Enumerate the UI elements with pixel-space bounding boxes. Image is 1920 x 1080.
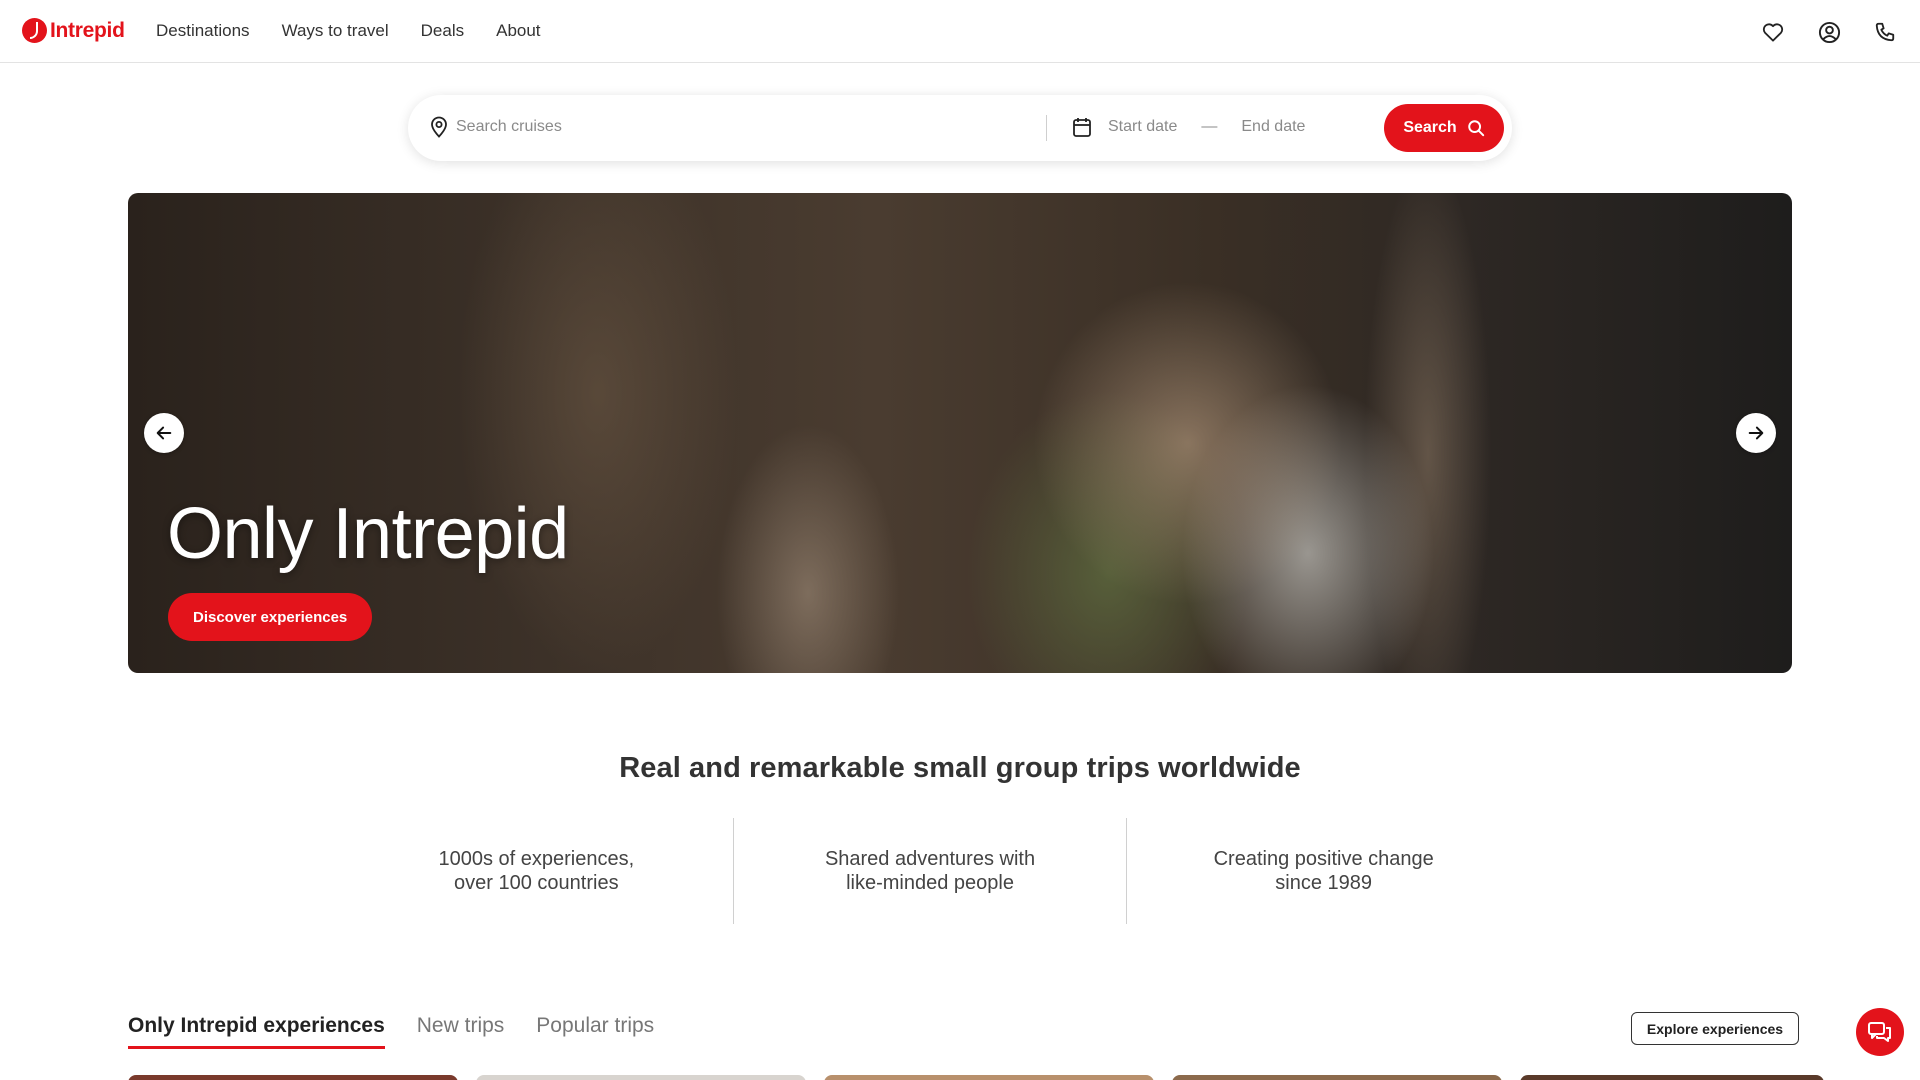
nav-destinations[interactable]: Destinations <box>156 21 250 41</box>
logo-mark-icon <box>22 18 47 43</box>
trip-card[interactable] <box>1520 1075 1824 1080</box>
carousel-next-button[interactable] <box>1736 413 1776 453</box>
heart-icon[interactable] <box>1760 19 1786 45</box>
search-input[interactable] <box>456 118 1016 136</box>
value-prop-text: 1000s of experiences, over 100 countries <box>438 848 635 894</box>
hero-carousel: Only Intrepid Discover experiences <box>128 193 1792 673</box>
site-header: Intrepid Destinations Ways to travel Dea… <box>0 0 1920 63</box>
tab-popular-trips[interactable]: Popular trips <box>536 1014 654 1049</box>
value-prop-text: Shared adventures with like-minded peopl… <box>824 848 1036 894</box>
trip-card[interactable] <box>476 1075 806 1080</box>
section-tagline: Real and remarkable small group trips wo… <box>619 752 1301 784</box>
trip-cards-row <box>128 1075 1824 1080</box>
account-icon[interactable] <box>1816 19 1842 45</box>
hero-title: Only Intrepid <box>167 494 569 574</box>
intrepid-logo[interactable]: Intrepid <box>22 18 125 43</box>
value-prop-shared: Shared adventures with like-minded peopl… <box>732 818 1127 924</box>
tab-only-intrepid-experiences[interactable]: Only Intrepid experiences <box>128 1014 385 1049</box>
date-range: Start date — End date <box>1072 116 1305 138</box>
trip-search-bar: Start date — End date Search <box>408 95 1512 161</box>
chat-icon <box>1868 1022 1891 1042</box>
value-prop-text: Creating positive change since 1989 <box>1213 848 1434 894</box>
trip-card[interactable] <box>128 1075 458 1080</box>
location-pin-icon <box>431 116 447 138</box>
date-separator: — <box>1201 118 1218 135</box>
tab-new-trips[interactable]: New trips <box>417 1014 505 1049</box>
nav-ways-to-travel[interactable]: Ways to travel <box>282 21 389 41</box>
main-nav: Destinations Ways to travel Deals About <box>156 21 573 41</box>
discover-experiences-button[interactable]: Discover experiences <box>168 593 373 641</box>
start-date-field[interactable]: Start date <box>1108 118 1177 136</box>
header-actions <box>1760 19 1898 45</box>
destination-search <box>430 116 1016 138</box>
trip-card[interactable] <box>824 1075 1154 1080</box>
value-prop-experiences: 1000s of experiences, over 100 countries <box>340 818 733 924</box>
trip-card[interactable] <box>1172 1075 1502 1080</box>
nav-deals[interactable]: Deals <box>421 21 464 41</box>
value-prop-change: Creating positive change since 1989 <box>1126 818 1520 924</box>
brand-name: Intrepid <box>50 18 125 42</box>
end-date-field[interactable]: End date <box>1241 118 1305 136</box>
chat-button[interactable] <box>1856 1008 1904 1056</box>
search-button[interactable]: Search <box>1384 104 1504 152</box>
arrow-right-icon <box>1748 426 1764 440</box>
trip-tabs: Only Intrepid experiences New trips Popu… <box>128 1014 654 1049</box>
value-props: 1000s of experiences, over 100 countries… <box>340 818 1520 924</box>
calendar-icon <box>1073 118 1091 137</box>
search-icon <box>1467 120 1484 137</box>
phone-icon[interactable] <box>1872 19 1898 45</box>
search-button-label: Search <box>1403 119 1457 136</box>
search-divider <box>1046 115 1047 141</box>
nav-about[interactable]: About <box>496 21 540 41</box>
explore-experiences-button[interactable]: Explore experiences <box>1631 1012 1799 1045</box>
carousel-prev-button[interactable] <box>144 413 184 453</box>
arrow-left-icon <box>156 426 172 440</box>
